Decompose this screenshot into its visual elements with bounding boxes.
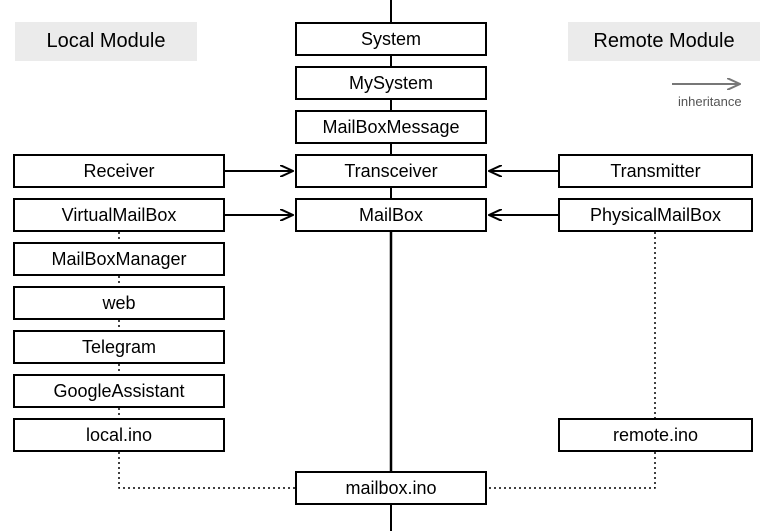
box-mailboxmessage: MailBoxMessage [295, 110, 487, 144]
box-system: System [295, 22, 487, 56]
dot-localino-mailboxino [119, 452, 295, 488]
box-mailboxmanager: MailBoxManager [13, 242, 225, 276]
box-mysystem: MySystem [295, 66, 487, 100]
box-telegram: Telegram [13, 330, 225, 364]
box-localino: local.ino [13, 418, 225, 452]
box-transmitter: Transmitter [558, 154, 753, 188]
box-receiver: Receiver [13, 154, 225, 188]
box-googleassistant: GoogleAssistant [13, 374, 225, 408]
legend-inheritance-label: inheritance [678, 94, 742, 109]
box-virtualmailbox: VirtualMailBox [13, 198, 225, 232]
dot-remoteino-mailboxino [487, 452, 655, 488]
box-mailbox: MailBox [295, 198, 487, 232]
box-transceiver: Transceiver [295, 154, 487, 188]
box-remoteino: remote.ino [558, 418, 753, 452]
box-physicalmailbox: PhysicalMailBox [558, 198, 753, 232]
box-web: web [13, 286, 225, 320]
local-module-header: Local Module [15, 22, 197, 61]
box-mailboxino: mailbox.ino [295, 471, 487, 505]
remote-module-header: Remote Module [568, 22, 760, 61]
